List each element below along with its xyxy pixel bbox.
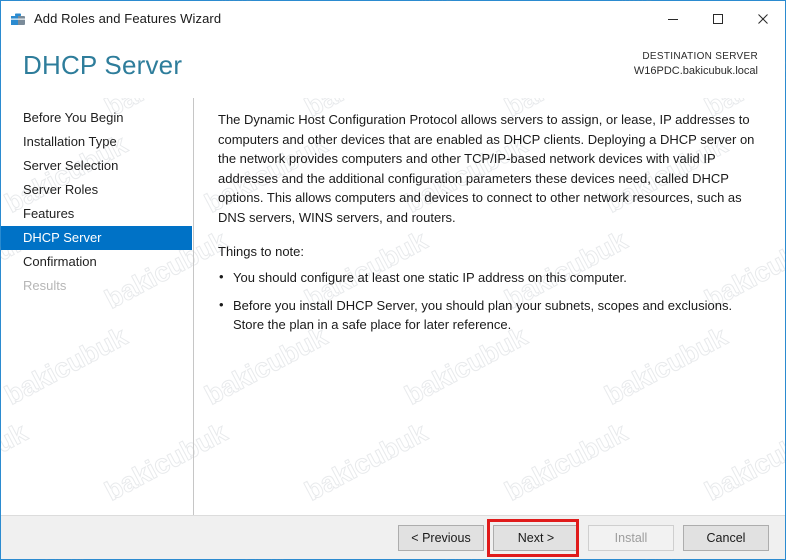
window-controls (650, 1, 785, 36)
cancel-button[interactable]: Cancel (683, 525, 769, 551)
maximize-icon[interactable] (695, 2, 740, 36)
sidebar-item-features[interactable]: Features (1, 202, 193, 226)
roles-features-wizard-icon (9, 10, 27, 28)
sidebar-item-results: Results (1, 274, 193, 298)
sidebar-item-server-roles[interactable]: Server Roles (1, 178, 193, 202)
destination-server-name: W16PDC.bakicubuk.local (634, 65, 758, 78)
sidebar-item-confirmation[interactable]: Confirmation (1, 250, 193, 274)
sidebar-item-dhcp-server[interactable]: DHCP Server (1, 226, 192, 250)
intro-paragraph: The Dynamic Host Configuration Protocol … (218, 110, 759, 227)
note-item: Before you install DHCP Server, you shou… (218, 296, 759, 335)
content-pane: The Dynamic Host Configuration Protocol … (194, 98, 785, 515)
install-button: Install (588, 525, 674, 551)
install-button-wrap: Install (579, 525, 674, 551)
page-header: DHCP Server DESTINATION SERVER W16PDC.ba… (1, 36, 785, 98)
next-button-wrap: Next > (484, 525, 579, 551)
destination-server-block: DESTINATION SERVER W16PDC.bakicubuk.loca… (634, 50, 758, 78)
sidebar-item-before-you-begin[interactable]: Before You Begin (1, 106, 193, 130)
title-bar: Add Roles and Features Wizard (1, 1, 785, 36)
previous-button-wrap: < Previous (389, 525, 484, 551)
body-area: Before You Begin Installation Type Serve… (1, 98, 785, 515)
wizard-navigation-sidebar: Before You Begin Installation Type Serve… (1, 98, 194, 515)
things-to-note-list: You should configure at least one static… (218, 268, 759, 335)
things-to-note-heading: Things to note: (218, 244, 759, 259)
previous-button[interactable]: < Previous (398, 525, 484, 551)
sidebar-item-installation-type[interactable]: Installation Type (1, 130, 193, 154)
close-icon[interactable] (740, 2, 785, 36)
destination-server-label: DESTINATION SERVER (634, 50, 758, 63)
wizard-footer: < Previous Next > Install Cancel (1, 515, 785, 559)
next-button[interactable]: Next > (493, 525, 579, 551)
sidebar-item-server-selection[interactable]: Server Selection (1, 154, 193, 178)
page-title: DHCP Server (23, 50, 182, 81)
window-title: Add Roles and Features Wizard (34, 11, 650, 26)
cancel-button-wrap: Cancel (674, 525, 769, 551)
minimize-icon[interactable] (650, 2, 695, 36)
wizard-window: Add Roles and Features Wizard DHCP Serve… (0, 0, 786, 560)
note-item: You should configure at least one static… (218, 268, 759, 288)
